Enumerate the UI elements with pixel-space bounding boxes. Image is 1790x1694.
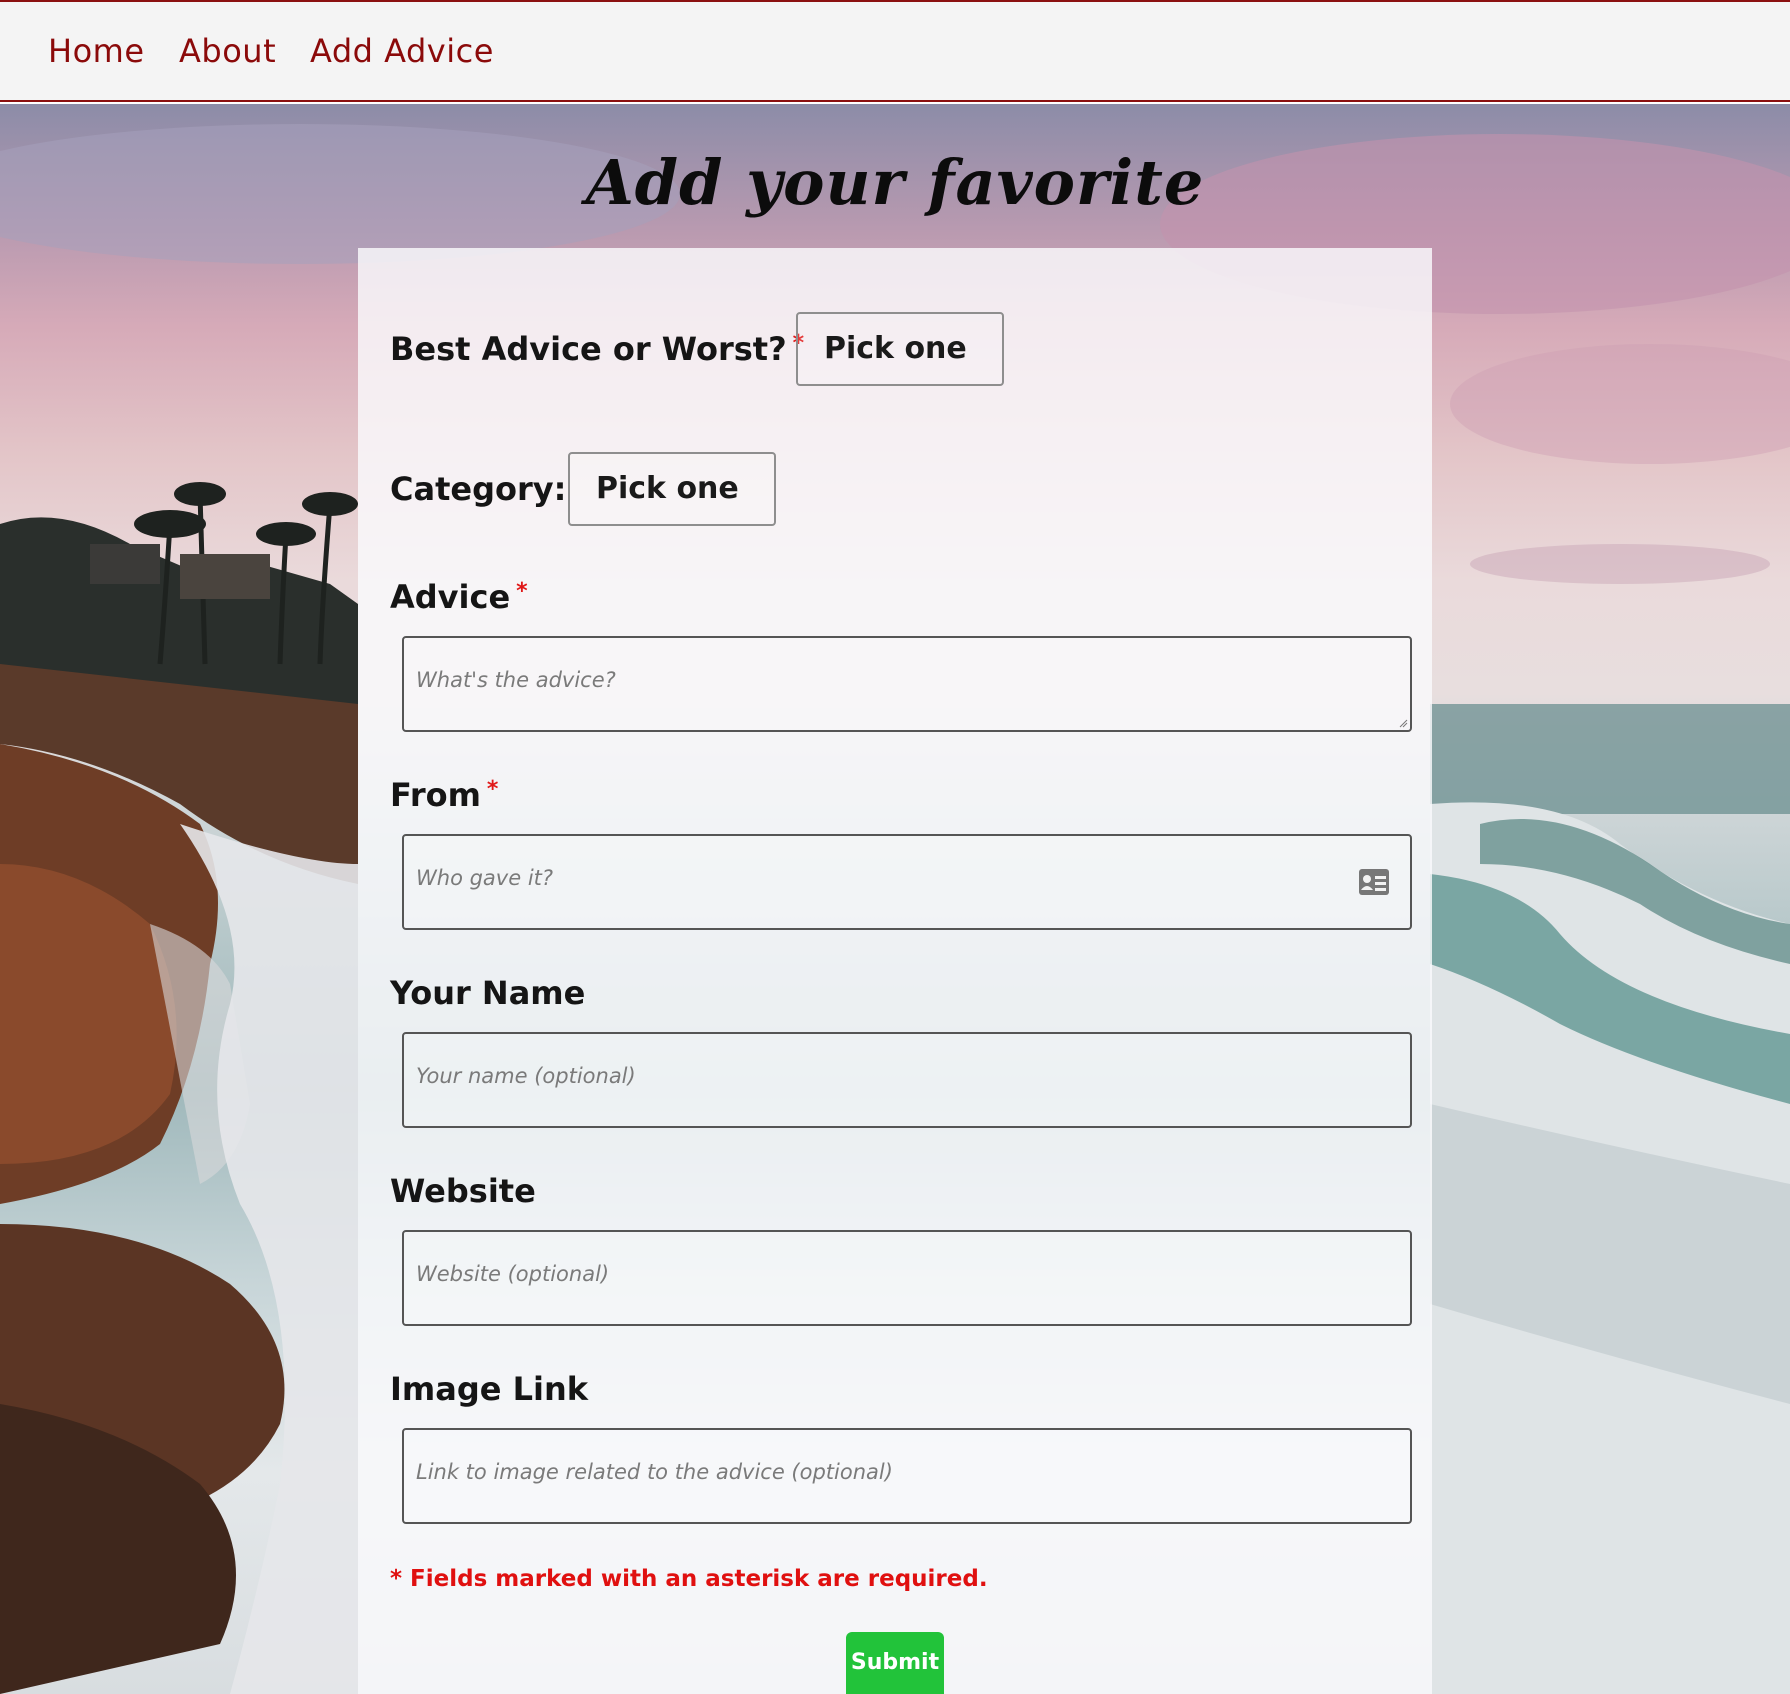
from-label-text: From bbox=[390, 776, 481, 814]
required-asterisk: * bbox=[516, 579, 528, 604]
from-placeholder: Who gave it? bbox=[416, 866, 554, 890]
your-name-input[interactable]: Your name (optional) bbox=[402, 1032, 1412, 1128]
advice-type-label: Best Advice or Worst? * bbox=[390, 330, 804, 368]
category-label: Category: bbox=[390, 470, 567, 508]
website-label: Website bbox=[390, 1172, 536, 1210]
required-asterisk: * bbox=[486, 777, 499, 802]
image-link-placeholder: Link to image related to the advice (opt… bbox=[416, 1460, 893, 1484]
website-input[interactable]: Website (optional) bbox=[402, 1230, 1412, 1326]
website-placeholder: Website (optional) bbox=[416, 1262, 610, 1286]
advice-type-label-text: Best Advice or Worst? bbox=[390, 330, 787, 368]
from-input[interactable]: Who gave it? bbox=[402, 834, 1412, 930]
advice-label: Advice * bbox=[390, 578, 528, 616]
image-link-input[interactable]: Link to image related to the advice (opt… bbox=[402, 1428, 1412, 1524]
nav-about-link[interactable]: About bbox=[179, 32, 276, 70]
your-name-placeholder: Your name (optional) bbox=[416, 1064, 636, 1088]
advice-type-select[interactable]: Pick one bbox=[796, 312, 1004, 386]
advice-label-text: Advice bbox=[390, 578, 511, 616]
resize-handle-icon[interactable] bbox=[1398, 718, 1408, 728]
top-nav: Home About Add Advice bbox=[0, 0, 1790, 102]
nav-add-advice-link[interactable]: Add Advice bbox=[310, 32, 494, 70]
advice-textarea[interactable]: What's the advice? bbox=[402, 636, 1412, 732]
contact-card-icon[interactable] bbox=[1358, 868, 1390, 896]
page-title: Add your favorite bbox=[585, 146, 1205, 219]
nav-home-link[interactable]: Home bbox=[48, 32, 145, 70]
category-select-value: Pick one bbox=[596, 471, 739, 506]
image-link-label: Image Link bbox=[390, 1370, 589, 1408]
submit-button[interactable]: Submit bbox=[846, 1632, 944, 1694]
your-name-label: Your Name bbox=[390, 974, 586, 1012]
advice-type-select-value: Pick one bbox=[824, 331, 967, 366]
advice-placeholder: What's the advice? bbox=[416, 668, 616, 692]
from-label: From * bbox=[390, 776, 498, 814]
required-fields-note: * Fields marked with an asterisk are req… bbox=[390, 1566, 988, 1592]
category-select[interactable]: Pick one bbox=[568, 452, 776, 526]
